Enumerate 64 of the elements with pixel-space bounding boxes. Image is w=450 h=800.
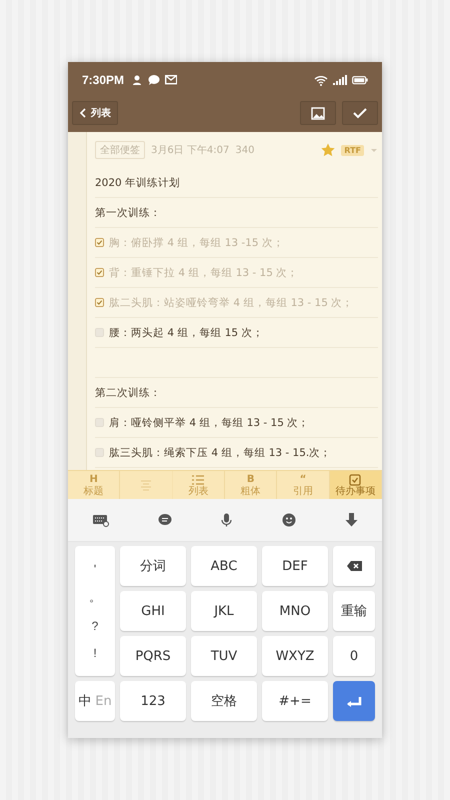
checkmark-icon: [353, 107, 367, 119]
key[interactable]: 空格: [191, 681, 257, 721]
note-text: 第二次训练：: [95, 386, 161, 400]
checkbox[interactable]: [95, 238, 104, 247]
punctuation-option[interactable]: ': [94, 562, 96, 576]
hide-keyboard-icon: [344, 513, 358, 527]
backspace-icon: [346, 560, 362, 572]
todo-text: 胸：俯卧撑 4 组，每组 13 -15 次；: [109, 236, 284, 250]
keyboard-settings-icon: [92, 513, 110, 527]
image-button[interactable]: [300, 101, 336, 125]
checkbox[interactable]: [95, 268, 104, 277]
key[interactable]: 分词: [120, 546, 186, 586]
chevron-left-icon: [79, 108, 87, 118]
key[interactable]: WXYZ: [262, 636, 328, 676]
enter-icon: [346, 694, 362, 708]
key[interactable]: JKL: [191, 591, 257, 631]
note-text: 2020 年训练计划: [95, 176, 180, 190]
punctuation-option[interactable]: ?: [92, 618, 98, 633]
image-icon: [311, 106, 325, 120]
todo-text: 肱二头肌：站姿哑铃弯举 4 组，每组 13 - 15 次；: [109, 296, 354, 310]
battery-icon: [352, 74, 368, 86]
key[interactable]: DEF: [262, 546, 328, 586]
star-icon: [321, 143, 336, 157]
todo-text: 肱三头肌：绳索下压 4 组，每组 13 - 15.次；: [109, 446, 332, 460]
status-time: 7:30PM: [82, 73, 124, 87]
enter-key[interactable]: [333, 681, 375, 721]
word-count: 340: [235, 144, 254, 156]
todo-text: 肩：哑铃侧平举 4 组，每组 13 - 15 次；: [109, 416, 310, 430]
chat-icon: [158, 513, 172, 527]
key[interactable]: PQRS: [120, 636, 186, 676]
language-key[interactable]: 中 En: [75, 681, 115, 721]
key[interactable]: ABC: [191, 546, 257, 586]
key[interactable]: 重输: [333, 591, 375, 631]
contacts-icon: [132, 74, 144, 86]
checkbox-icon: [348, 474, 362, 486]
dropdown-caret-icon: [370, 147, 378, 153]
align-icon: [138, 479, 153, 491]
key[interactable]: #+=: [262, 681, 328, 721]
checkbox[interactable]: [95, 298, 104, 307]
confirm-button[interactable]: [342, 101, 378, 125]
key[interactable]: 0: [333, 636, 375, 676]
todo-text: 背：重锤下拉 4 组，每组 13 - 15 次；: [109, 266, 298, 280]
back-button[interactable]: 列表: [72, 101, 118, 125]
list-icon: [191, 474, 206, 486]
punctuation-key[interactable]: ' 。 ? !: [75, 546, 115, 676]
signal-icon: [333, 74, 347, 86]
key[interactable]: TUV: [191, 636, 257, 676]
tool-glyph: B: [246, 474, 254, 486]
tool-glyph: “: [300, 474, 306, 486]
backspace-key[interactable]: [333, 546, 375, 586]
note-text: 第一次训练：: [95, 206, 161, 220]
tool-glyph: H: [89, 474, 98, 486]
key[interactable]: GHI: [120, 591, 186, 631]
key[interactable]: 123: [120, 681, 186, 721]
microphone-icon: [220, 513, 234, 527]
punctuation-option[interactable]: !: [93, 646, 97, 660]
mail-icon: [165, 74, 178, 86]
emoji-icon: [282, 513, 296, 527]
punctuation-option[interactable]: 。: [89, 589, 101, 606]
wifi-icon: [314, 74, 328, 86]
chat-bubble-icon: [148, 74, 160, 86]
key[interactable]: MNO: [262, 591, 328, 631]
todo-text: 腰：两头起 4 组，每组 15 次；: [109, 326, 264, 340]
note-date: 3月6日 下午4:07: [151, 144, 230, 157]
